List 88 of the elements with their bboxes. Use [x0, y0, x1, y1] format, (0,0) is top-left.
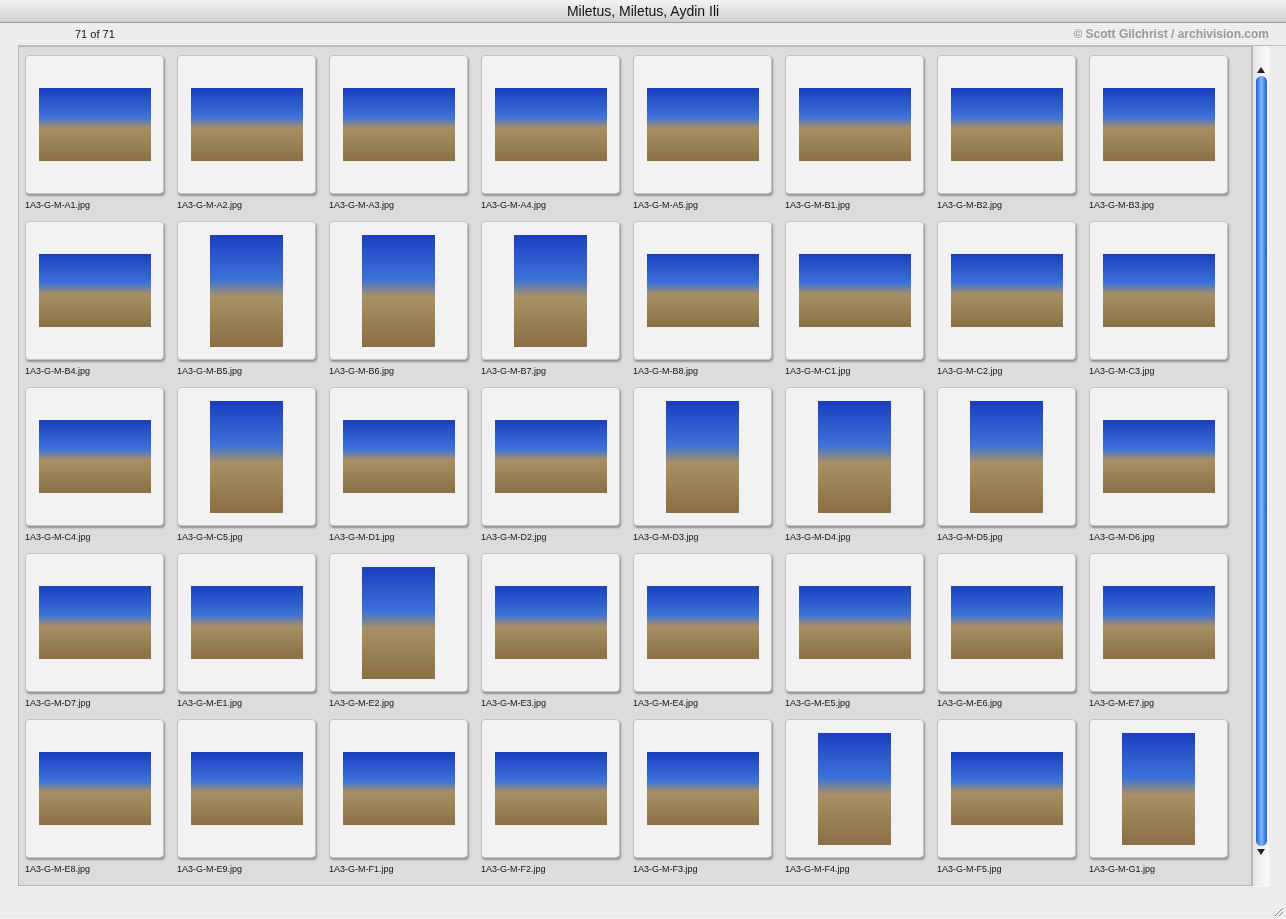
thumbnail-card[interactable] [481, 55, 620, 194]
file-name: 1A3-G-M-E2.jpg [329, 698, 395, 708]
thumbnail-card[interactable] [329, 719, 468, 858]
thumbnail-card[interactable] [1089, 719, 1228, 858]
window-title: Miletus, Miletus, Aydin Ili [566, 3, 720, 19]
thumbnail-card[interactable] [1089, 221, 1228, 360]
file-name: 1A3-G-M-B8.jpg [633, 366, 699, 376]
thumbnail-card[interactable] [1089, 553, 1228, 692]
file-name: 1A3-G-M-C4.jpg [25, 532, 91, 542]
thumbnail-card[interactable] [1089, 55, 1228, 194]
file-name: 1A3-G-M-D1.jpg [329, 532, 395, 542]
file-name: 1A3-G-M-E3.jpg [481, 698, 547, 708]
thumbnail-card[interactable] [25, 553, 164, 692]
thumbnail-card[interactable] [937, 55, 1076, 194]
file-name: 1A3-G-M-D2.jpg [481, 532, 547, 542]
thumbnail-card[interactable] [633, 719, 772, 858]
thumbnail-card[interactable] [177, 387, 316, 526]
file-name: 1A3-G-M-F2.jpg [481, 864, 546, 874]
thumbnail-card[interactable] [25, 387, 164, 526]
thumbnail-card[interactable] [25, 719, 164, 858]
thumbnail-card[interactable] [785, 55, 924, 194]
file-name: 1A3-G-M-B2.jpg [937, 200, 1003, 210]
file-name: 1A3-G-M-B3.jpg [1089, 200, 1155, 210]
file-name: 1A3-G-M-F3.jpg [633, 864, 698, 874]
thumbnail-card[interactable] [177, 553, 316, 692]
thumbnail-card[interactable] [785, 387, 924, 526]
file-name: 1A3-G-M-A2.jpg [177, 200, 243, 210]
file-name: 1A3-G-M-D3.jpg [633, 532, 699, 542]
thumbnail-card[interactable] [177, 55, 316, 194]
file-name: 1A3-G-M-E1.jpg [177, 698, 243, 708]
thumbnail-card[interactable] [785, 719, 924, 858]
thumbnail-card[interactable] [177, 719, 316, 858]
thumbnail-card[interactable] [329, 387, 468, 526]
thumbnail-card[interactable] [177, 221, 316, 360]
resize-grip-icon[interactable] [1272, 905, 1284, 917]
file-name: 1A3-G-M-B4.jpg [25, 366, 91, 376]
file-name: 1A3-G-M-A1.jpg [25, 200, 91, 210]
file-name: 1A3-G-M-E6.jpg [937, 698, 1003, 708]
vertical-scrollbar[interactable] [1252, 46, 1269, 886]
thumbnail-card[interactable] [481, 719, 620, 858]
image-count: 71 of 71 [75, 28, 115, 40]
file-name: 1A3-G-M-E5.jpg [785, 698, 851, 708]
file-name: 1A3-G-M-G1.jpg [1089, 864, 1156, 874]
file-name: 1A3-G-M-B6.jpg [329, 366, 395, 376]
file-name: 1A3-G-M-D6.jpg [1089, 532, 1155, 542]
thumbnail-card[interactable] [481, 387, 620, 526]
file-name: 1A3-G-M-E4.jpg [633, 698, 699, 708]
thumbnail-card[interactable] [633, 55, 772, 194]
scroll-up-arrow-icon[interactable] [1256, 66, 1266, 74]
thumbnail-card[interactable] [25, 221, 164, 360]
file-name: 1A3-G-M-A5.jpg [633, 200, 699, 210]
thumbnail-card[interactable] [481, 221, 620, 360]
file-name: 1A3-G-M-E8.jpg [25, 864, 91, 874]
thumbnail-card[interactable] [633, 387, 772, 526]
file-name: 1A3-G-M-D7.jpg [25, 698, 91, 708]
file-name: 1A3-G-M-C1.jpg [785, 366, 851, 376]
thumbnail-card[interactable] [633, 553, 772, 692]
thumbnail-card[interactable] [329, 553, 468, 692]
thumbnail-card[interactable] [937, 719, 1076, 858]
file-name: 1A3-G-M-F1.jpg [329, 864, 394, 874]
thumbnail-card[interactable] [329, 221, 468, 360]
thumbnail-card[interactable] [633, 221, 772, 360]
file-name: 1A3-G-M-B1.jpg [785, 200, 851, 210]
copyright-credit: © Scott Gilchrist / archivision.com [1073, 27, 1269, 41]
file-name: 1A3-G-M-B5.jpg [177, 366, 243, 376]
thumbnail-card[interactable] [25, 55, 164, 194]
thumbnail-card[interactable] [329, 55, 468, 194]
thumbnail-card[interactable] [785, 221, 924, 360]
file-name: 1A3-G-M-D4.jpg [785, 532, 851, 542]
thumbnail-card[interactable] [937, 553, 1076, 692]
file-name: 1A3-G-M-F4.jpg [785, 864, 850, 874]
file-name: 1A3-G-M-A3.jpg [329, 200, 395, 210]
scroll-thumb[interactable] [1255, 76, 1267, 846]
thumbnail-card[interactable] [937, 221, 1076, 360]
thumbnail-card[interactable] [937, 387, 1076, 526]
file-name: 1A3-G-M-E9.jpg [177, 864, 243, 874]
thumbnail-card[interactable] [785, 553, 924, 692]
file-name: 1A3-G-M-F5.jpg [937, 864, 1002, 874]
file-name: 1A3-G-M-C2.jpg [937, 366, 1003, 376]
scroll-down-arrow-icon[interactable] [1256, 848, 1266, 856]
file-name: 1A3-G-M-D5.jpg [937, 532, 1003, 542]
file-name: 1A3-G-M-C3.jpg [1089, 366, 1155, 376]
thumbnail-card[interactable] [1089, 387, 1228, 526]
file-name: 1A3-G-M-C5.jpg [177, 532, 243, 542]
thumbnail-card[interactable] [481, 553, 620, 692]
file-name: 1A3-G-M-E7.jpg [1089, 698, 1155, 708]
file-name: 1A3-G-M-A4.jpg [481, 200, 547, 210]
file-name: 1A3-G-M-B7.jpg [481, 366, 547, 376]
